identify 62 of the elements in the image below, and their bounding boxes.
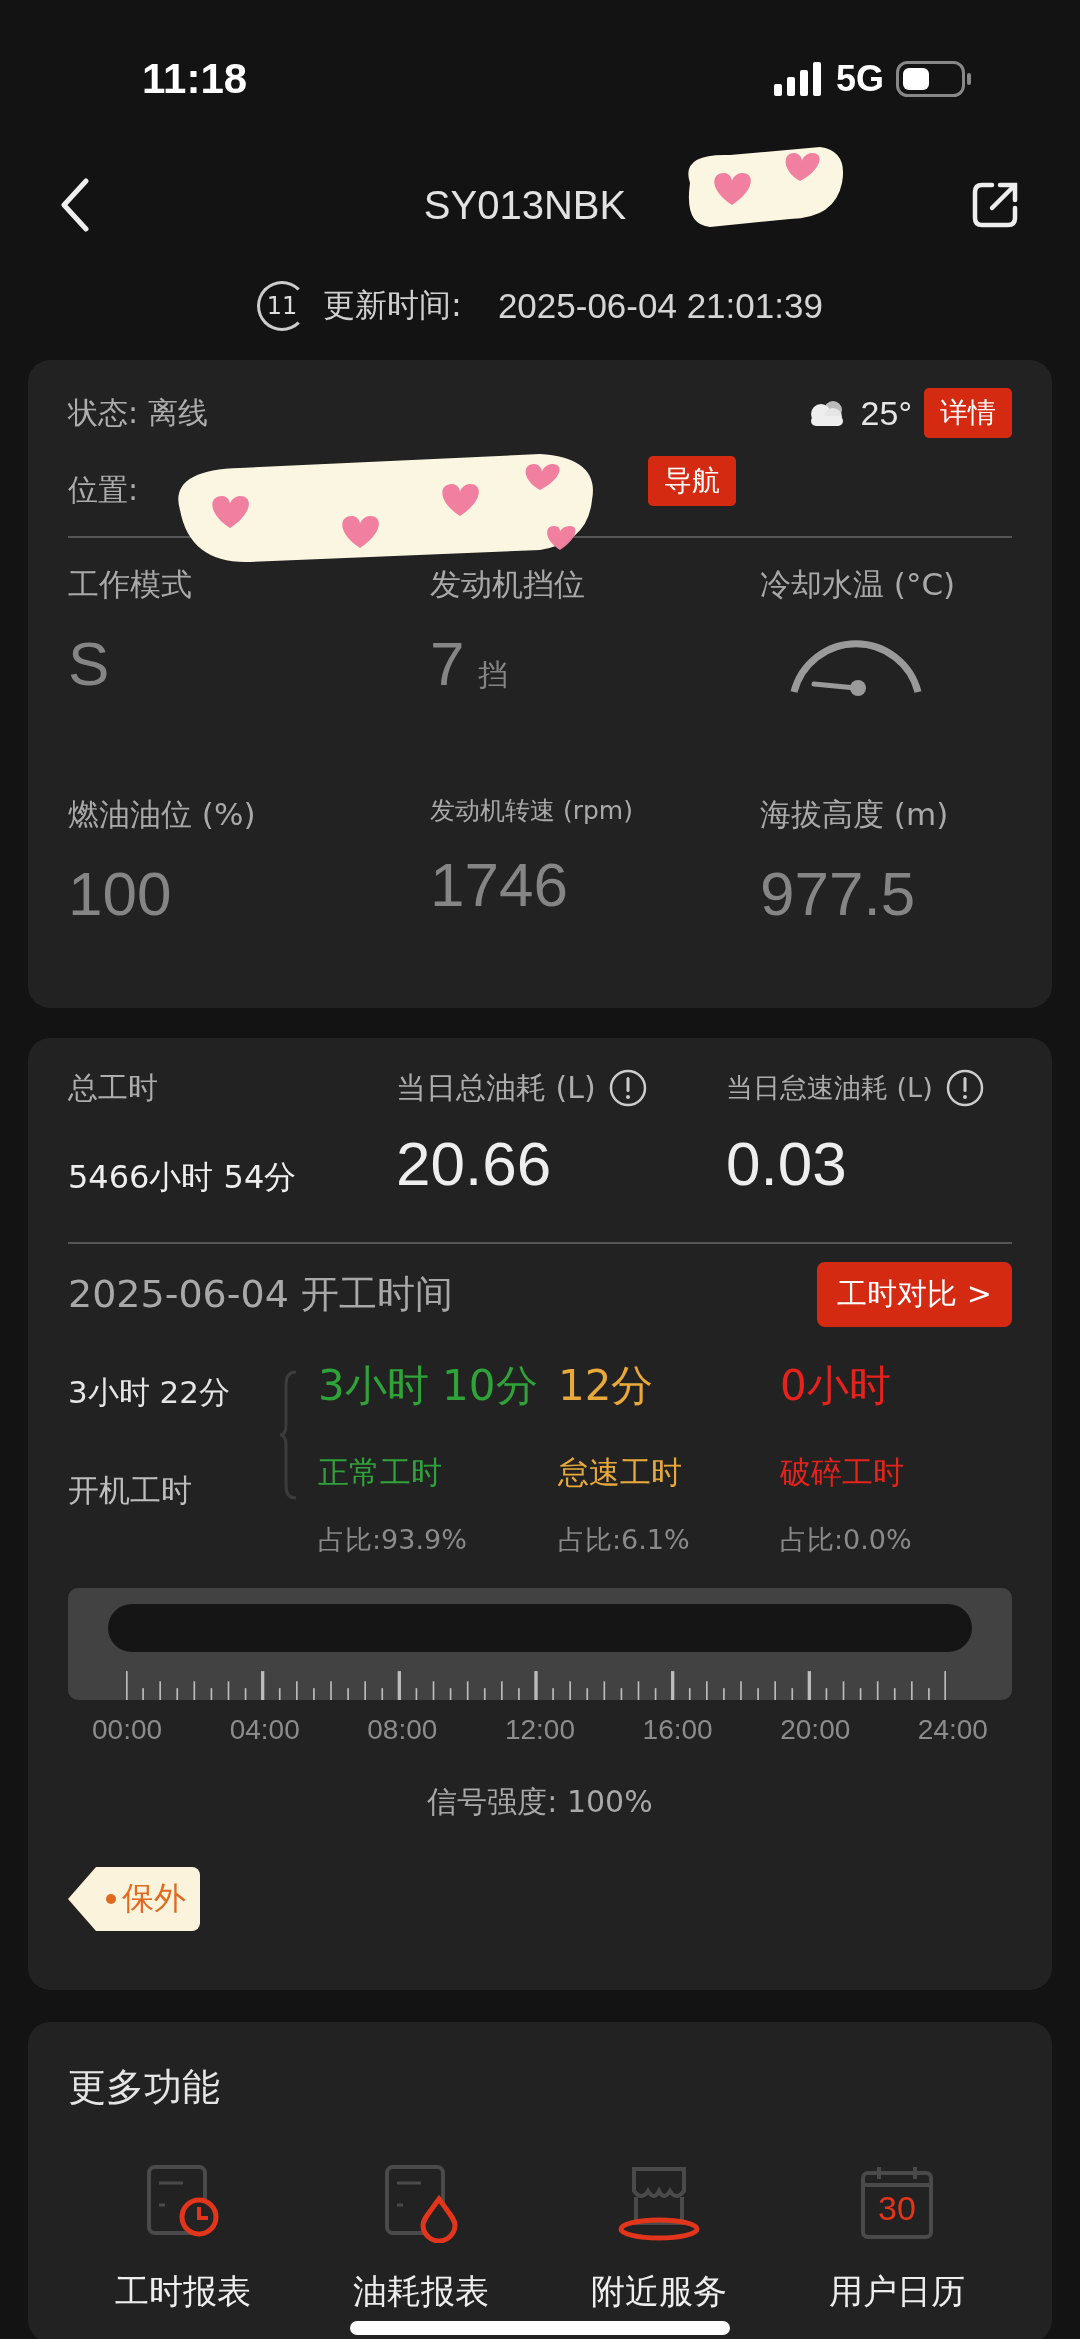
function-label[interactable]: 附近服务 [591, 2269, 727, 2315]
info-icon[interactable] [607, 1068, 648, 1108]
metric-label: 燃油油位 (%) [68, 795, 257, 834]
metric-value: 1746 [430, 849, 568, 920]
metric-label: 工作模式 [68, 565, 193, 604]
total-hours-value: 5466小时 54分 [68, 1157, 298, 1198]
metric-value: 7 [430, 628, 465, 699]
axis-label: 04:00 [229, 1714, 300, 1746]
breakdown-label: 破碎工时 [780, 1453, 905, 1492]
breakdown-share: 占比:93.9% [318, 1523, 468, 1557]
metric-value: 977.5 [760, 858, 916, 929]
breakdown-label: 正常工时 [318, 1453, 443, 1492]
axis-label: 24:00 [917, 1714, 988, 1746]
run-hours-label: 开机工时 [68, 1471, 193, 1510]
metric-label: 海拔高度 (m) [760, 795, 950, 834]
fuel-label: 当日总油耗 (L) [396, 1068, 596, 1107]
navigate-button[interactable]: 导航 [648, 456, 737, 506]
section-title: 更多功能 [68, 2064, 221, 2111]
fuel-value: 0.03 [726, 1128, 848, 1199]
breakdown-value: 12分 [558, 1360, 655, 1412]
axis-label: 00:00 [92, 1714, 163, 1746]
metric-value: S [68, 628, 110, 699]
status-time: 11:18 [142, 55, 248, 103]
share-icon[interactable] [970, 180, 1020, 230]
details-button[interactable]: 详情 [924, 388, 1012, 438]
fuel-label: 当日怠速油耗 (L) [726, 1071, 933, 1105]
breakdown-value: 3小时 10分 [318, 1360, 539, 1412]
metric-label: 发动机挡位 [430, 565, 586, 604]
brace-icon [278, 1370, 298, 1500]
metric-value: 100 [68, 858, 172, 929]
update-time: 2025-06-04 21:01:39 [497, 286, 823, 326]
breakdown-value: 0小时 [780, 1360, 892, 1412]
axis-label: 08:00 [367, 1714, 438, 1746]
run-hours-value: 3小时 22分 [68, 1373, 232, 1412]
update-label: 更新时间: [323, 285, 462, 326]
function-label[interactable]: 油耗报表 [353, 2269, 489, 2315]
battery-icon [896, 61, 972, 97]
temperature: 25° [860, 393, 912, 433]
axis-label: 20:00 [780, 1714, 851, 1746]
device-title: SY013NBK [423, 182, 627, 228]
axis-label: 16:00 [642, 1714, 713, 1746]
metric-unit: 挡 [478, 656, 509, 694]
back-icon[interactable] [60, 178, 90, 232]
status-text: 状态: 离线 [68, 393, 208, 432]
function-label[interactable]: 工时报表 [115, 2269, 251, 2315]
breakdown-share: 占比:0.0% [780, 1523, 912, 1557]
compare-button[interactable]: 工时对比 > [817, 1261, 1012, 1327]
axis-label: 12:00 [504, 1714, 575, 1746]
warranty-tag: 保外 [68, 1867, 200, 1931]
total-hours-label: 总工时 [68, 1069, 159, 1107]
signal-strength: 信号强度: 100% [426, 1783, 654, 1821]
location-label: 位置: [68, 470, 139, 509]
breakdown-label: 怠速工时 [558, 1453, 683, 1492]
metric-label: 冷却水温 (°C) [760, 565, 957, 604]
function-label[interactable]: 用户日历 [829, 2269, 965, 2315]
network-label: 5G [835, 58, 884, 100]
info-icon[interactable] [944, 1068, 985, 1108]
breakdown-share: 占比:6.1% [558, 1523, 691, 1557]
date-title: 2025-06-04 开工时间 [68, 1270, 453, 1318]
fuel-value: 20.66 [396, 1128, 553, 1199]
signal-icon [773, 62, 824, 96]
metric-label: 发动机转速 (rpm) [430, 795, 634, 827]
